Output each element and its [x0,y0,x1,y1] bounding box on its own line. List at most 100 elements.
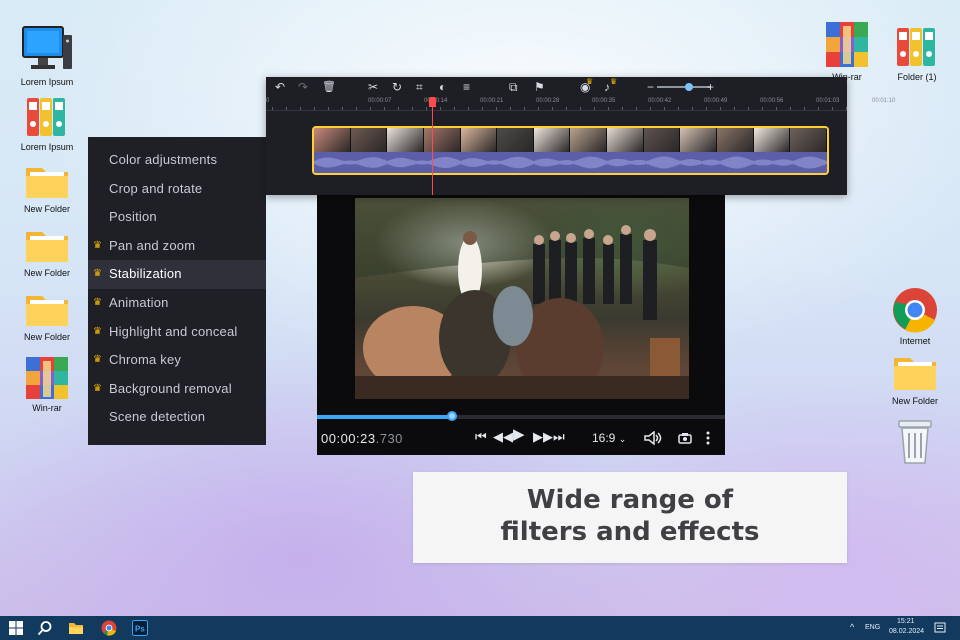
color-icon[interactable]: ◐ [439,80,446,94]
timeline-ruler[interactable]: 000:00:0700:00:1400:00:2100:00:2800:00:3… [266,97,895,111]
ruler-mark [692,107,693,110]
menu-item[interactable]: ♛ Animation [88,289,266,318]
menu-item[interactable]: ♛ Pan and zoom [88,232,266,261]
clip-thumbnails [314,128,827,152]
desktop-icon-binders[interactable]: Folder (1) [882,24,952,82]
menu-item[interactable]: ♛ Stabilization [88,260,266,289]
ruler-mark [300,107,301,110]
redo-icon[interactable]: ↷ [298,80,308,94]
binders-icon [897,28,935,66]
snapshot-camera-icon[interactable] [678,432,692,444]
desktop-icon-computer[interactable]: Lorem Ipsum [12,25,82,87]
menu-item[interactable]: Scene detection [88,403,266,432]
ruler-mark [552,107,553,110]
file-explorer-icon[interactable] [68,620,84,636]
photoshop-icon[interactable]: Ps [132,620,148,636]
clip-thumbnail [350,128,388,152]
clip-thumbnail [717,128,754,152]
next-frame-icon[interactable]: ▶▶ [533,430,553,444]
desktop-icon-folder[interactable]: New Folder [12,160,82,214]
ruler-mark [664,107,665,110]
progress-handle[interactable] [446,411,457,421]
clock-time[interactable]: 15:21 [897,618,915,625]
skip-to-end-icon[interactable]: ⏭ [553,430,565,444]
desktop-icon-folder[interactable]: New Folder [12,288,82,342]
desktop-icon-winrar[interactable]: Win-rar [12,355,82,413]
flag-icon[interactable]: ⚑ [534,80,545,94]
crown-icon: ♛ [93,382,103,394]
clip-thumbnail [460,128,498,152]
volume-icon[interactable] [644,431,662,445]
desktop-icon-folder[interactable]: New Folder [880,352,950,406]
crop-icon[interactable]: ⌗ [416,80,423,94]
zoom-out-icon[interactable]: − [647,80,654,94]
overlay-icon[interactable]: ⧉ [509,80,518,94]
ruler-mark [678,107,679,110]
clock-date[interactable]: 08.02.2024 [889,628,924,635]
previous-frame-icon[interactable]: ◀◀ [493,430,513,444]
desktop-icon-folder[interactable]: New Folder [12,224,82,278]
ruler-mark [776,107,777,110]
desktop-icon-label: New Folder [23,332,70,342]
desktop-icon-label: Lorem Ipsum [20,77,74,87]
language-indicator[interactable]: ENG [865,624,880,631]
ruler-mark [818,107,819,110]
ruler-tick-label: 00:01:10 [872,98,896,104]
desktop-icon-binders[interactable]: Lorem Ipsum [12,94,82,152]
menu-item[interactable]: Position [88,203,266,232]
ruler-mark [762,107,763,110]
feature-caption: Wide range of filters and effects [413,472,847,563]
video-clip[interactable] [312,126,829,175]
caption-line-1: Wide range of [526,485,734,515]
chrome-icon[interactable] [101,620,117,636]
ruler-mark [398,107,399,110]
aspect-ratio-select[interactable]: 16:9 ⌄ [592,431,626,445]
undo-icon[interactable]: ↶ [275,80,285,94]
ruler-mark [566,107,567,110]
timeline-panel: ↶ ↷ 🗑 ✂ ↻ ⌗ ◐ ≡ ⧉ ⚑ ◉ ♪ ♛ ♛ − + 0 00:00:0… [266,77,895,195]
windows-start-icon[interactable] [8,620,24,636]
ruler-mark [790,107,791,110]
chevron-up-icon[interactable]: ^ [850,622,854,632]
crown-icon: ♛ [610,77,618,86]
zoom-slider-handle[interactable] [685,83,694,91]
cut-icon[interactable]: ✂ [368,80,378,94]
ruler-mark [440,107,441,110]
binders-icon [27,98,65,136]
ruler-mark [622,107,623,110]
desktop-icon-internet[interactable]: Internet [880,286,950,346]
ruler-mark [454,107,455,110]
ruler-mark [524,107,525,110]
playhead-line [432,97,433,195]
delete-icon[interactable]: 🗑 [322,80,336,94]
ruler-mark [412,107,413,110]
clip-thumbnail [533,128,571,152]
wedding-scene-image [355,198,689,399]
menu-item[interactable]: ♛ Highlight and conceal [88,318,266,347]
menu-item[interactable]: ♛ Background removal [88,375,266,404]
ruler-tick-label: 00:00:21 [480,98,504,104]
search-icon[interactable] [37,620,53,636]
settings-icon[interactable]: ≡ [463,80,470,94]
notifications-icon[interactable] [934,622,946,634]
menu-item-label: Scene detection [109,409,206,425]
menu-item-label: Color adjustments [109,152,218,167]
menu-item[interactable]: Color adjustments [88,146,266,175]
clip-thumbnail [387,128,424,152]
zoom-in-icon[interactable]: + [707,80,714,94]
menu-item[interactable]: ♛ Chroma key [88,346,266,375]
timeline-toolbar: ↶ ↷ 🗑 ✂ ↻ ⌗ ◐ ≡ ⧉ ⚑ ◉ ♪ ♛ ♛ − + [266,77,847,97]
zoom-slider[interactable] [657,86,711,88]
play-icon[interactable]: ▶ [513,427,525,442]
desktop-icon-winrar[interactable]: Win-rar [812,20,882,82]
skip-to-start-icon[interactable]: ⏮ [475,430,487,444]
menu-item[interactable]: Crop and rotate [88,175,266,204]
more-options-icon[interactable] [705,431,711,445]
ruler-mark [468,107,469,110]
folder-icon [26,232,68,262]
desktop-icon-label: Internet [899,336,931,346]
rotate-icon[interactable]: ↻ [392,80,402,94]
video-preview[interactable] [355,198,689,399]
desktop-icon-recycle-bin[interactable] [880,418,950,466]
recycle-bin-icon [898,420,932,464]
